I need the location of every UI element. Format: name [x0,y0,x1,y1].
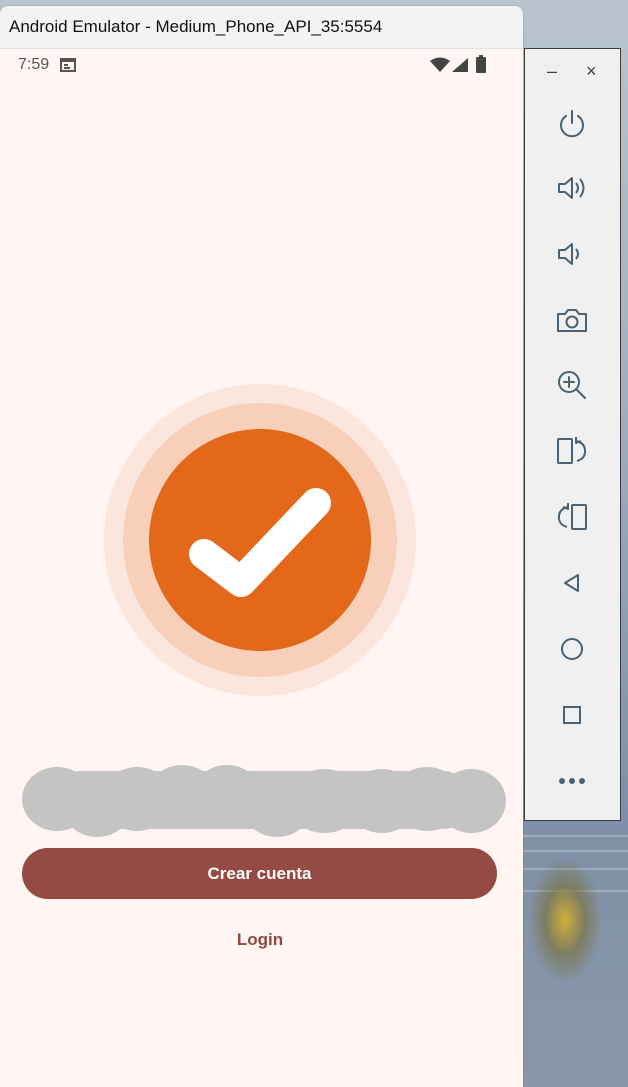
rotate-left-icon [557,437,587,464]
success-check-icon [104,384,416,696]
close-button[interactable]: × [586,61,597,82]
calendar-icon [60,58,76,72]
login-link[interactable]: Login [210,925,310,955]
emulator-toolbar: – × [524,48,621,821]
window-title: Android Emulator - Medium_Phone_API_35:5… [9,17,383,36]
rotate-left-button[interactable] [549,428,595,474]
volume-up-icon [558,177,585,199]
battery-icon [476,55,486,73]
more-icon [559,778,585,784]
zoom-in-icon [558,371,586,399]
emulator-window: Android Emulator - Medium_Phone_API_35:5… [0,6,523,1087]
redacted-text-placeholder [22,761,506,841]
power-button[interactable] [549,100,595,146]
screenshot-button[interactable] [549,297,595,343]
volume-down-icon [558,243,579,265]
volume-up-button[interactable] [549,165,595,211]
back-button[interactable] [549,560,595,606]
overview-icon [563,706,581,724]
window-titlebar[interactable]: Android Emulator - Medium_Phone_API_35:5… [0,6,523,49]
wifi-icon [430,57,450,72]
status-bar: 7:59 [0,49,523,79]
camera-icon [557,309,587,332]
more-button[interactable] [549,758,595,804]
zoom-button[interactable] [549,362,595,408]
home-button[interactable] [549,626,595,672]
status-time: 7:59 [18,56,50,73]
phone-screen: 7:59 Crear cuenta Login [0,49,523,1087]
rotate-right-icon [557,503,587,530]
signal-icon [452,58,468,72]
home-icon [561,638,583,660]
rotate-right-button[interactable] [549,494,595,540]
power-icon [560,110,584,138]
create-account-button[interactable]: Crear cuenta [22,848,497,899]
back-icon [564,574,579,592]
volume-down-button[interactable] [549,231,595,277]
overview-button[interactable] [549,692,595,738]
minimize-button[interactable]: – [547,61,557,82]
